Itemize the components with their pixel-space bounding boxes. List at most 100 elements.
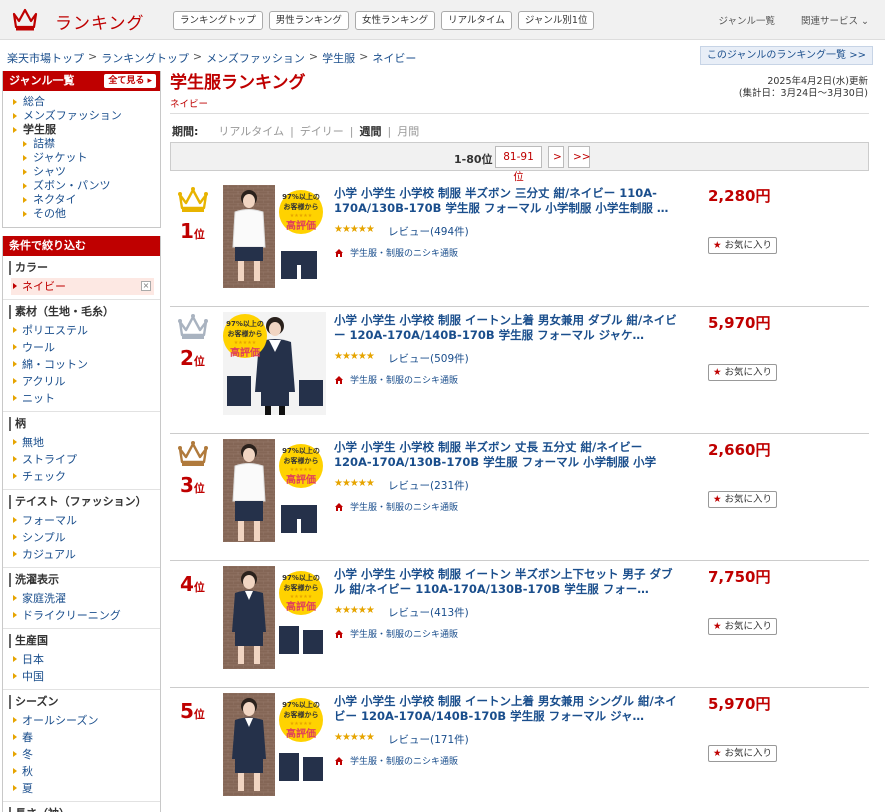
- rank-value: 2: [180, 346, 194, 370]
- pager-last[interactable]: >>: [568, 146, 591, 168]
- breadcrumb-item[interactable]: 学生服: [322, 50, 355, 66]
- shop-icon: [335, 375, 343, 384]
- filter-item[interactable]: チェック: [11, 468, 160, 485]
- rank-value: 4: [180, 572, 194, 596]
- crown-logo-icon[interactable]: [12, 6, 38, 32]
- filter-item[interactable]: オールシーズン: [11, 712, 160, 729]
- breadcrumb-item[interactable]: メンズファッション: [206, 50, 305, 66]
- product-thumbnail[interactable]: 97%以上の お客様から ★★★★★ 高評価: [223, 312, 326, 415]
- related-services-link[interactable]: 関連サービス ⌄: [801, 13, 869, 27]
- review-link[interactable]: レビュー(509件): [388, 351, 469, 366]
- product-title-link[interactable]: 小学 小学生 小学校 制服 半ズボン 三分丈 紺/ネイビー 110A-170A/…: [334, 186, 679, 216]
- filter-item[interactable]: シンプル: [11, 529, 160, 546]
- filter-item[interactable]: 無地: [11, 434, 160, 451]
- shop-link[interactable]: 学生服・制服のニシキ通販: [334, 500, 458, 513]
- shop-link[interactable]: 学生服・制服のニシキ通販: [334, 373, 458, 386]
- period-separator: |: [290, 124, 294, 138]
- svg-text:高評価: 高評価: [286, 473, 316, 486]
- filter-item[interactable]: ストライプ: [11, 451, 160, 468]
- filter-item[interactable]: アクリル: [11, 373, 160, 390]
- nav-genre-first[interactable]: ジャンル別1位: [517, 11, 595, 30]
- genre-item[interactable]: 詰襟: [21, 137, 160, 151]
- review-link[interactable]: レビュー(494件): [388, 224, 469, 239]
- breadcrumb-item[interactable]: 楽天市場トップ: [7, 50, 84, 66]
- filter-item[interactable]: ニット: [11, 390, 160, 407]
- favorite-label: お気に入り: [724, 494, 773, 505]
- filter-item[interactable]: カジュアル: [11, 546, 160, 563]
- svg-text:97%以上の: 97%以上の: [282, 446, 320, 455]
- shop-link[interactable]: 学生服・制服のニシキ通販: [334, 246, 458, 259]
- period-option[interactable]: 月間: [397, 123, 419, 139]
- product-thumbnail[interactable]: 97%以上の お客様から ★★★★★ 高評価: [223, 566, 326, 669]
- filter-item[interactable]: 綿・コットン: [11, 356, 160, 373]
- filter-item[interactable]: 秋: [11, 763, 160, 780]
- period-option[interactable]: デイリー: [300, 123, 344, 139]
- favorite-button[interactable]: ★ お気に入り: [708, 491, 778, 508]
- breadcrumb-item[interactable]: ランキングトップ: [101, 50, 189, 66]
- favorite-button[interactable]: ★ お気に入り: [708, 618, 778, 635]
- filter-item[interactable]: ポリエステル: [11, 322, 160, 339]
- genre-item[interactable]: ネクタイ: [21, 193, 160, 207]
- genre-item[interactable]: 学生服: [11, 123, 160, 137]
- shop-name: 学生服・制服のニシキ通販: [350, 376, 459, 386]
- genre-item[interactable]: メンズファッション: [11, 109, 160, 123]
- filter-section: 素材（生地・毛糸） ポリエステル ウール 綿・コットン アクリル ニット: [3, 299, 160, 411]
- filter-item-selected[interactable]: ネイビー ×: [11, 278, 154, 295]
- genre-ranking-list-link[interactable]: このジャンルのランキング一覧 >>: [699, 46, 873, 65]
- product-thumbnail[interactable]: 97%以上の お客様から ★★★★★ 高評価: [223, 693, 326, 796]
- genre-list-header: ジャンル一覧 全て見る ▸: [3, 71, 160, 91]
- product-title-link[interactable]: 小学 小学生 小学校 制服 イートン上着 男女兼用 シングル 紺/ネイビー 12…: [334, 694, 679, 724]
- product-image[interactable]: 97%以上のお客様から ★★★★★高評価: [223, 312, 326, 415]
- favorite-label: お気に入り: [724, 240, 773, 251]
- genre-item[interactable]: 総合: [11, 95, 160, 109]
- product-thumbnail[interactable]: 97%以上の お客様から ★★★★★ 高評価: [223, 439, 326, 542]
- filter-item[interactable]: 中国: [11, 668, 160, 685]
- filter-item[interactable]: 家庭洗濯: [11, 590, 160, 607]
- favorite-button[interactable]: ★ お気に入り: [708, 745, 778, 762]
- nav-realtime[interactable]: リアルタイム: [441, 11, 512, 30]
- filter-item[interactable]: 冬: [11, 746, 160, 763]
- genre-item[interactable]: ジャケット: [21, 151, 160, 165]
- svg-text:お客様から: お客様から: [284, 710, 319, 719]
- filter-item[interactable]: フォーマル: [11, 512, 160, 529]
- nav-women-ranking[interactable]: 女性ランキング: [354, 11, 436, 30]
- pager-next[interactable]: >: [548, 146, 564, 168]
- favorite-button[interactable]: ★ お気に入り: [708, 364, 778, 381]
- see-all-button[interactable]: 全て見る ▸: [104, 74, 156, 88]
- nav-men-ranking[interactable]: 男性ランキング: [268, 11, 349, 30]
- genre-item[interactable]: シャツ: [21, 165, 160, 179]
- shop-link[interactable]: 学生服・制服のニシキ通販: [334, 754, 458, 767]
- svg-text:★★★★★: ★★★★★: [290, 213, 313, 219]
- product-title-link[interactable]: 小学 小学生 小学校 制服 半ズボン 丈長 五分丈 紺/ネイビー 120A-17…: [334, 440, 679, 470]
- filter-item[interactable]: 日本: [11, 651, 160, 668]
- product-image[interactable]: 97%以上のお客様から ★★★★★高評価: [223, 566, 326, 669]
- genre-list-link[interactable]: ジャンル一覧: [718, 13, 775, 27]
- clear-filter-icon[interactable]: ×: [141, 281, 151, 291]
- logo-text[interactable]: ランキング: [55, 9, 145, 34]
- product-image[interactable]: 97%以上のお客様から ★★★★★高評価: [223, 693, 326, 796]
- product-title-link[interactable]: 小学 小学生 小学校 制服 イートン 半ズボン上下セット 男子 ダブル 紺/ネイ…: [334, 567, 679, 597]
- filter-item[interactable]: ウール: [11, 339, 160, 356]
- review-link[interactable]: レビュー(171件): [388, 732, 469, 747]
- genre-item[interactable]: その他: [21, 207, 160, 221]
- review-link[interactable]: レビュー(413件): [388, 605, 469, 620]
- product-image[interactable]: 97%以上のお客様から ★★★★★高評価: [223, 185, 326, 288]
- rank-value: 1: [180, 219, 194, 243]
- nav-ranking-top[interactable]: ランキングトップ: [173, 11, 263, 30]
- pager-next-range[interactable]: 81-91位: [495, 146, 542, 183]
- product-title-link[interactable]: 小学 小学生 小学校 制服 イートン上着 男女兼用 ダブル 紺/ネイビー 120…: [334, 313, 679, 343]
- product-image[interactable]: 97%以上のお客様から ★★★★★高評価: [223, 439, 326, 542]
- filter-item[interactable]: ドライクリーニング: [11, 607, 160, 624]
- filter-item[interactable]: 夏: [11, 780, 160, 797]
- period-option[interactable]: リアルタイム: [218, 123, 284, 139]
- review-link[interactable]: レビュー(231件): [388, 478, 469, 493]
- favorite-button[interactable]: ★ お気に入り: [708, 237, 778, 254]
- svg-text:お客様から: お客様から: [284, 202, 319, 211]
- shop-link[interactable]: 学生服・制服のニシキ通販: [334, 627, 458, 640]
- product-thumbnail[interactable]: 97%以上の お客様から ★★★★★ 高評価: [223, 185, 326, 288]
- genre-item[interactable]: ズボン・パンツ: [21, 179, 160, 193]
- period-separator: |: [349, 124, 354, 138]
- svg-text:★★★★★: ★★★★★: [234, 340, 257, 346]
- star-icon: ★: [713, 367, 722, 378]
- filter-item[interactable]: 春: [11, 729, 160, 746]
